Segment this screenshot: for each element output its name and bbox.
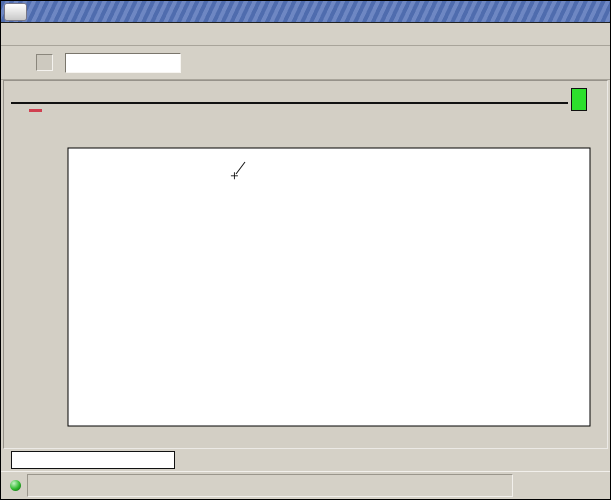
status-bar <box>1 471 610 499</box>
waveform-plot[interactable] <box>56 141 601 441</box>
title-divider <box>11 102 568 104</box>
status-led-icon <box>10 480 21 491</box>
label-input[interactable] <box>65 52 181 73</box>
label-group <box>36 52 181 73</box>
label-checkbox[interactable] <box>36 54 53 71</box>
cursor-readout <box>11 451 175 469</box>
toolbar <box>1 46 610 80</box>
plot-background <box>68 148 590 426</box>
app-window <box>0 0 611 500</box>
subwindow-badge <box>571 88 587 111</box>
legend-color-swatch <box>29 109 42 112</box>
title-bar <box>1 1 610 23</box>
window-menu-icon[interactable] <box>4 2 27 21</box>
legend-item[interactable] <box>29 109 48 112</box>
menu-bar <box>1 24 610 46</box>
console-prompt[interactable] <box>27 474 513 497</box>
